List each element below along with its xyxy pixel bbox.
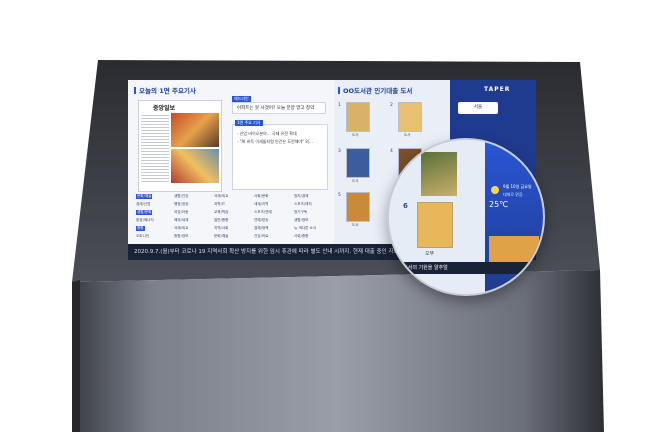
lens-book-rank: 6 xyxy=(403,202,408,210)
book-cover[interactable] xyxy=(346,102,370,132)
book-title: 도서 xyxy=(352,179,359,183)
newspaper-name: 중앙일보 xyxy=(153,105,176,112)
news-category-item[interactable]: 생활/건강 xyxy=(174,194,188,199)
lens-caption: 비 도서의 기원을 알추얼 xyxy=(389,262,543,274)
news-category-item[interactable]: 지역/사회 xyxy=(214,226,228,231)
book-rank: 5 xyxy=(338,193,341,198)
sub-article-item[interactable]: - "AI 바둑 이세돌처럼 인간은 도전해야" 외… xyxy=(237,139,313,145)
sub-articles-tag: 1면 주요 기사 xyxy=(235,120,263,126)
news-category-item[interactable]: 사회/문화 xyxy=(254,194,268,199)
news-category-item[interactable]: 생활/정보 xyxy=(294,218,308,223)
kiosk: 오늘의 1면 주요기사 중앙일보 헤드라인 아파트는 못 사겠어? 오늘 분양 … xyxy=(0,0,662,432)
news-category-item[interactable]: 종합 xyxy=(136,226,145,231)
book-title: 도서 xyxy=(352,223,359,227)
book-title: 도서 xyxy=(352,133,359,137)
news-category-item[interactable]: 과학/IT xyxy=(214,202,225,207)
news-category-item[interactable]: 건강/의료 xyxy=(254,234,268,239)
brand-logo: TAPER xyxy=(484,86,511,93)
news-category-item[interactable]: 환경/에너지 xyxy=(136,218,154,223)
lens-book-cover[interactable] xyxy=(417,202,453,248)
news-category-item[interactable]: 종합/정보 xyxy=(174,234,188,239)
news-category-item[interactable]: 국제/외교 xyxy=(214,194,228,199)
book-cover[interactable] xyxy=(398,102,422,132)
book-title: 도서 xyxy=(404,133,411,137)
newspaper-photo xyxy=(171,113,219,147)
newspaper-photo xyxy=(171,149,219,183)
news-panel: 오늘의 1면 주요기사 중앙일보 헤드라인 아파트는 못 사겠어? 오늘 분양 … xyxy=(128,80,334,246)
books-panel-title: OO도서관 인기대출 도서 xyxy=(338,85,412,95)
news-category-item[interactable]: 정치/경제 xyxy=(294,194,308,199)
news-category-item[interactable]: 여성/아동 xyxy=(174,210,188,215)
news-category-item[interactable]: 문화/예술 xyxy=(214,234,228,239)
news-category-item[interactable]: 경제/정책 xyxy=(254,226,268,231)
news-category-item[interactable]: 연예/방송 xyxy=(254,218,268,223)
zoom-lens: 6 오뚜 9월 10일 금요일 대체로 맑음 25℃ 비 도서의 기원을 알추얼 xyxy=(387,138,545,296)
lens-book-title: 오뚜 xyxy=(425,251,435,257)
news-category-item[interactable]: 생활/문화 xyxy=(136,210,153,215)
lens-weather-date: 9월 10일 금요일 xyxy=(503,184,532,189)
news-category-item[interactable]: 문화/예술 xyxy=(136,194,153,199)
city-logo: 서울 xyxy=(458,102,498,114)
news-category-item[interactable]: 해외/세계 xyxy=(174,218,188,223)
book-cover[interactable] xyxy=(346,192,370,222)
news-category-item[interactable]: 세계/지역 xyxy=(254,202,268,207)
news-category-item[interactable]: 경제/산업 xyxy=(136,202,150,207)
news-category-item[interactable]: 사회/종합 xyxy=(294,234,308,239)
headline-box[interactable]: 아파트는 못 사겠어? 오늘 분양 말고 청약 xyxy=(232,102,326,114)
lens-weather-temp: 25℃ xyxy=(489,200,509,209)
book-cover[interactable] xyxy=(346,148,370,178)
news-category-item[interactable]: 국제/외교 xyxy=(174,226,188,231)
news-category-grid: 문화/예술 생활/건강 국제/외교 사회/문화 정치/경제 경제/산업 행정/공공 과학/IT… xyxy=(130,194,330,242)
news-category-item[interactable]: 스포츠/연예 xyxy=(254,210,272,215)
news-category-item[interactable]: 스포츠/레저 xyxy=(294,202,312,207)
lens-weather-info: 대체로 맑음 xyxy=(503,192,523,197)
sub-article-item[interactable]: - 산업 바이오분야… 국제 유전 확대 xyxy=(237,131,297,137)
news-category-item[interactable]: 교육/학습 xyxy=(214,210,228,215)
news-category-item[interactable]: 정기구독 xyxy=(294,210,307,215)
book-rank: 2 xyxy=(390,103,393,108)
news-category-item[interactable]: 행정/공공 xyxy=(174,202,188,207)
book-rank: 1 xyxy=(338,103,341,108)
news-panel-title: 오늘의 1면 주요기사 xyxy=(134,85,196,95)
news-category-item[interactable]: 일반/종합 xyxy=(214,218,228,223)
newspaper-image[interactable]: 중앙일보 xyxy=(138,100,222,192)
newspaper-text-column xyxy=(141,113,169,183)
book-rank: 3 xyxy=(338,149,341,154)
news-category-item[interactable]: 오피니언 xyxy=(136,234,149,239)
sub-articles-box[interactable]: 1면 주요 기사 - 산업 바이오분야… 국제 유전 확대 - "AI 바둑 이… xyxy=(232,120,328,190)
sun-icon xyxy=(491,186,499,194)
lens-book-cover[interactable] xyxy=(421,152,457,196)
news-category-item[interactable]: 뉴 색다른 소식 xyxy=(294,226,316,231)
